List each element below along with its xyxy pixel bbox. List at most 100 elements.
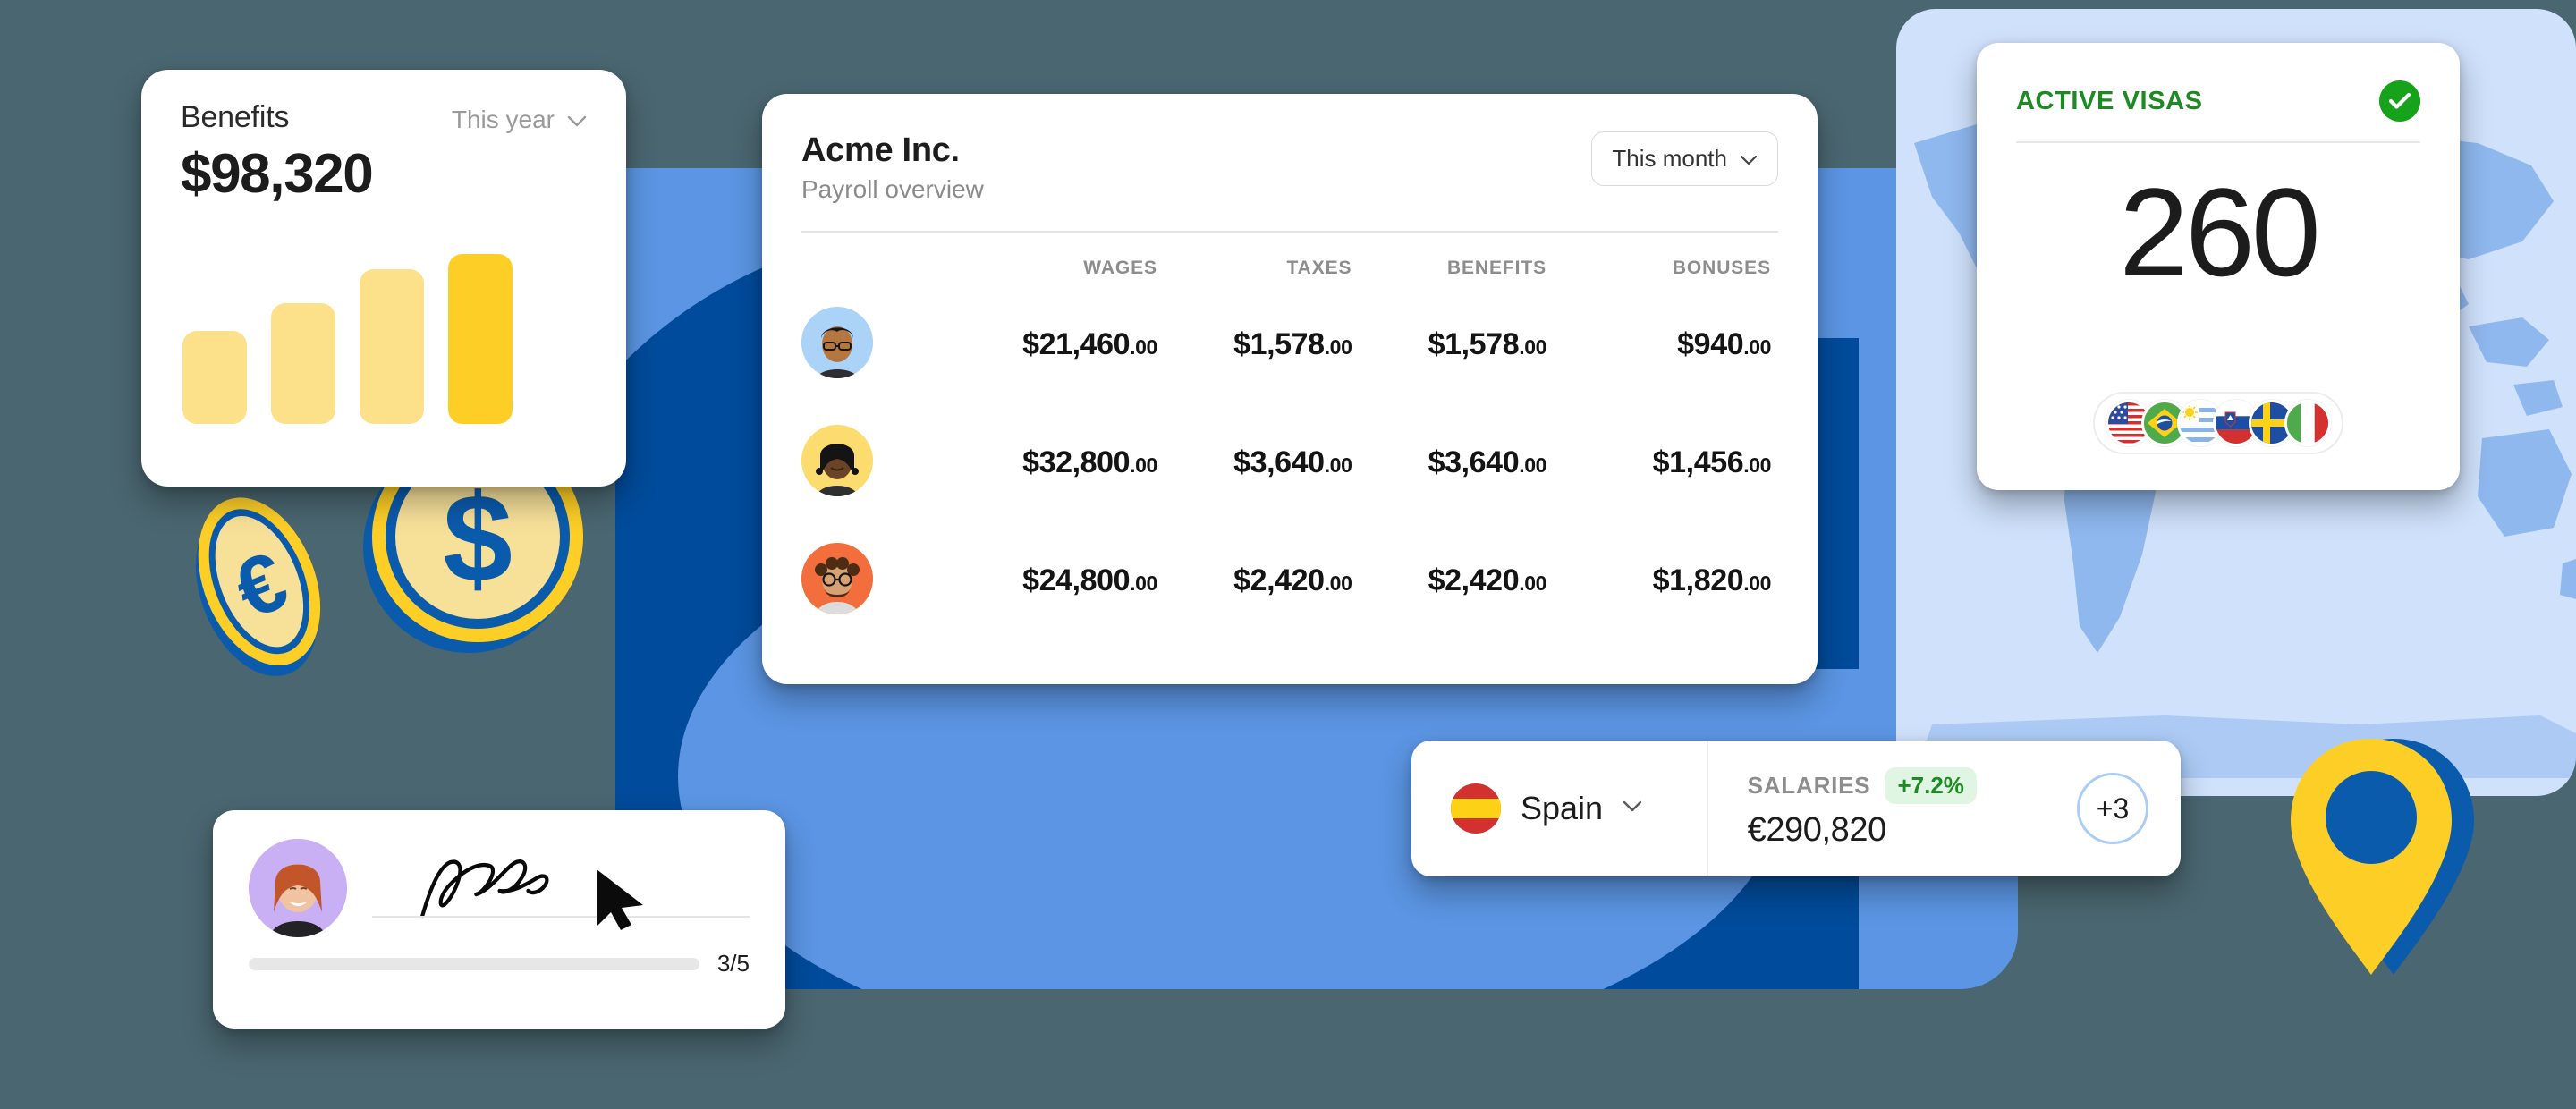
benefits-period-label: This year: [451, 106, 555, 133]
signature-area[interactable]: [372, 839, 750, 937]
bar-2: [271, 303, 335, 424]
column-bonuses: BONUSES: [1672, 257, 1771, 278]
bar-3: [360, 269, 424, 424]
bonuses-cents: .00: [1743, 571, 1771, 596]
table-row[interactable]: $24,800.00 $2,420.00 $2,420.00 $1,820.00: [762, 522, 1818, 640]
bar-4: [448, 254, 513, 424]
cell-benefits: $1,578.00: [1352, 286, 1547, 404]
cell-benefits: $2,420.00: [1352, 522, 1547, 640]
bonuses-value: $1,820: [1652, 563, 1744, 598]
chevron-down-icon: [1623, 800, 1642, 817]
salaries-label: SALARIES: [1747, 772, 1871, 799]
visas-flag-group[interactable]: [2093, 392, 2343, 454]
benefits-cents: .00: [1519, 571, 1546, 596]
country-selector[interactable]: Spain: [1411, 741, 1707, 876]
cell-taxes: $1,578.00: [1157, 286, 1352, 404]
avatar: [801, 543, 873, 615]
cell-bonuses: $1,820.00: [1546, 522, 1818, 640]
cell-wages: $24,800.00: [936, 522, 1157, 640]
cell-wages: $21,460.00: [936, 286, 1157, 404]
signature-scrawl: [420, 859, 549, 919]
taxes-cents: .00: [1324, 453, 1352, 478]
payroll-table: WAGES TAXES BENEFITS BONUSES $21,460.00 …: [762, 241, 1818, 640]
payroll-period-label: This month: [1612, 145, 1727, 172]
column-avatar: [762, 241, 936, 286]
row-avatar-cell: [762, 286, 936, 404]
euro-coin-icon: €: [175, 481, 345, 687]
wages-cents: .00: [1130, 453, 1157, 478]
visas-count: 260: [2119, 162, 2321, 302]
benefits-title: Benefits: [181, 100, 290, 134]
cell-bonuses: $940.00: [1546, 286, 1818, 404]
taxes-value: $2,420: [1233, 563, 1325, 598]
table-row[interactable]: $32,800.00 $3,640.00 $3,640.00 $1,456.00: [762, 404, 1818, 522]
benefits-value: $2,420: [1428, 563, 1520, 598]
chevron-down-icon: [567, 106, 587, 134]
taxes-cents: .00: [1324, 335, 1352, 360]
bonuses-value: $1,456: [1652, 445, 1744, 480]
signature-row: [213, 810, 785, 937]
country-name: Spain: [1521, 790, 1604, 826]
more-countries-button[interactable]: +3: [2077, 773, 2148, 844]
active-visas-card: ACTIVE VISAS 260: [1977, 43, 2460, 490]
signature-line: [372, 916, 750, 918]
row-avatar-cell: [762, 404, 936, 522]
payroll-card-header: Acme Inc. Payroll overview This month: [762, 94, 1818, 204]
illustration-stage: € $ Benefits This year $98,320 Acme Inc.…: [0, 0, 2576, 1109]
visas-label: ACTIVE VISAS: [2016, 86, 2203, 115]
table-row[interactable]: $21,460.00 $1,578.00 $1,578.00 $940.00: [762, 286, 1818, 404]
cell-taxes: $3,640.00: [1157, 404, 1352, 522]
payroll-period-selector[interactable]: This month: [1591, 131, 1778, 186]
cell-benefits: $3,640.00: [1352, 404, 1547, 522]
column-benefits: BENEFITS: [1446, 257, 1546, 278]
country-salaries-card: Spain SALARIES +7.2% €290,820 +3: [1411, 741, 2181, 876]
bonuses-value: $940: [1677, 327, 1744, 362]
visas-divider: [2016, 141, 2420, 143]
bar-1: [182, 331, 247, 424]
bonuses-cents: .00: [1743, 335, 1771, 360]
signature-card: 3/5: [213, 810, 785, 1029]
progress-label: 3/5: [716, 950, 750, 977]
visas-card-header: ACTIVE VISAS: [1977, 43, 2460, 122]
company-name: Acme Inc.: [801, 131, 960, 169]
wages-value: $24,800: [1022, 563, 1131, 598]
payroll-table-body: $21,460.00 $1,578.00 $1,578.00 $940.00 $…: [762, 286, 1818, 640]
bonuses-cents: .00: [1743, 453, 1771, 478]
wages-value: $32,800: [1022, 445, 1131, 480]
row-avatar-cell: [762, 522, 936, 640]
spain-flag-icon: [1451, 783, 1501, 834]
flag-italy: [2284, 400, 2331, 446]
wages-cents: .00: [1130, 571, 1157, 596]
avatar: [249, 839, 347, 937]
wages-value: $21,460: [1022, 327, 1131, 362]
chevron-down-icon: [1740, 145, 1758, 173]
benefits-amount: $98,320: [181, 143, 374, 205]
progress-bar-track[interactable]: [249, 957, 699, 970]
cell-bonuses: $1,456.00: [1546, 404, 1818, 522]
payroll-card: Acme Inc. Payroll overview This month WA…: [762, 94, 1818, 684]
benefits-value: $1,578: [1428, 327, 1520, 362]
check-circle-icon: [2379, 80, 2420, 122]
column-taxes: TAXES: [1286, 257, 1352, 278]
wages-cents: .00: [1130, 335, 1157, 360]
benefits-value: $3,640: [1428, 445, 1520, 480]
table-header-row: WAGES TAXES BENEFITS BONUSES: [762, 241, 1818, 286]
payroll-titles: Acme Inc. Payroll overview: [801, 131, 984, 204]
svg-text:$: $: [443, 468, 513, 608]
taxes-value: $3,640: [1233, 445, 1325, 480]
benefits-period-selector[interactable]: This year: [452, 100, 587, 134]
cell-wages: $32,800.00: [936, 404, 1157, 522]
payroll-subtitle: Payroll overview: [801, 175, 984, 203]
payroll-divider: [801, 231, 1778, 233]
benefits-cents: .00: [1519, 335, 1546, 360]
column-wages: WAGES: [1083, 257, 1157, 278]
avatar: [801, 307, 873, 379]
taxes-cents: .00: [1324, 571, 1352, 596]
avatar: [801, 425, 873, 497]
benefits-card: Benefits This year $98,320: [141, 70, 626, 487]
map-pin-icon: [2286, 732, 2474, 1000]
benefits-card-header: Benefits This year: [141, 70, 626, 135]
benefits-bar-chart: [182, 245, 513, 424]
benefits-cents: .00: [1519, 453, 1546, 478]
taxes-value: $1,578: [1233, 327, 1325, 362]
